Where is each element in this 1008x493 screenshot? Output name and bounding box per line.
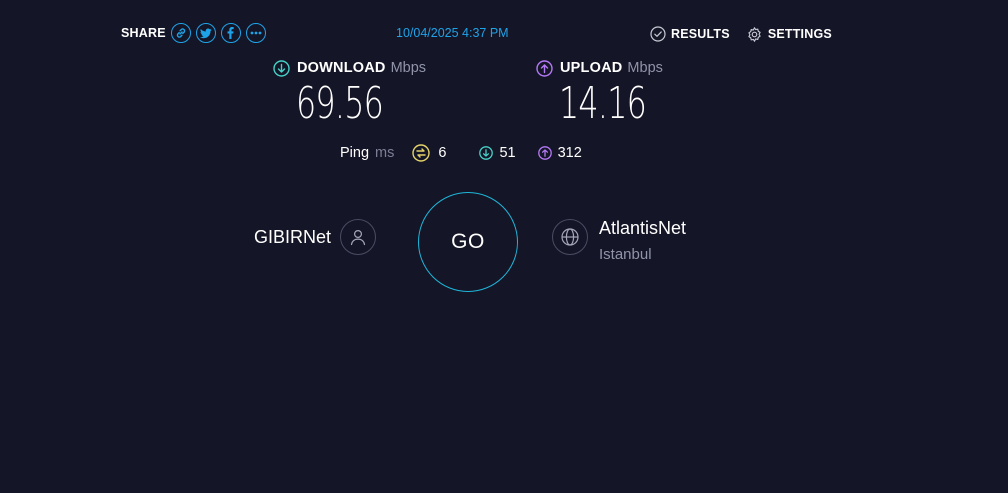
results-link[interactable]: RESULTS xyxy=(650,26,730,42)
download-value: 69.56 xyxy=(296,78,384,129)
download-title: DOWNLOAD xyxy=(297,60,386,76)
server-info: AtlantisNet Istanbul xyxy=(552,217,686,263)
ping-upload-value: 312 xyxy=(557,145,582,161)
top-nav: RESULTS SETTINGS xyxy=(650,25,832,43)
upload-arrow-icon xyxy=(536,59,553,77)
result-timestamp[interactable]: 10/04/2025 4:37 PM xyxy=(396,26,509,40)
speedtest-page: SHARE 10/04/2025 4:37 PM RESULTS SETTING… xyxy=(0,0,1008,493)
server-text: AtlantisNet Istanbul xyxy=(599,217,686,263)
ping-upload[interactable]: 312 xyxy=(537,145,582,161)
download-metric: DOWNLOAD Mbps 69.56 xyxy=(273,58,426,129)
upload-latency-icon xyxy=(537,146,552,160)
globe-icon[interactable] xyxy=(552,219,588,255)
facebook-icon[interactable] xyxy=(220,23,241,43)
check-circle-icon xyxy=(650,26,666,42)
twitter-icon[interactable] xyxy=(195,23,216,43)
share-label: SHARE xyxy=(121,26,166,40)
results-label: RESULTS xyxy=(671,27,730,41)
share-bar: SHARE xyxy=(121,20,271,46)
ping-download-value: 51 xyxy=(499,145,516,161)
download-unit: Mbps xyxy=(390,60,427,76)
link-icon[interactable] xyxy=(170,23,191,43)
settings-label: SETTINGS xyxy=(767,27,832,41)
ping-unit: ms xyxy=(375,145,395,161)
gear-icon xyxy=(748,26,761,42)
ping-idle[interactable]: 6 xyxy=(412,144,446,162)
download-header: DOWNLOAD Mbps xyxy=(273,58,426,78)
idle-latency-icon xyxy=(412,144,431,162)
isp-info: GIBIRNet xyxy=(254,219,377,255)
settings-link[interactable]: SETTINGS xyxy=(746,26,832,43)
upload-unit: Mbps xyxy=(627,60,663,76)
download-arrow-icon xyxy=(273,59,290,77)
server-name[interactable]: AtlantisNet xyxy=(599,217,686,239)
upload-value: 14.16 xyxy=(559,78,647,129)
go-button[interactable]: GO xyxy=(418,192,518,292)
server-location: Istanbul xyxy=(599,246,652,263)
ping-label: Ping xyxy=(340,145,370,161)
download-latency-icon xyxy=(479,146,494,160)
upload-header: UPLOAD Mbps xyxy=(536,58,680,78)
more-icon[interactable] xyxy=(245,23,266,43)
ping-download[interactable]: 51 xyxy=(479,145,516,161)
ping-idle-value: 6 xyxy=(438,145,447,161)
user-icon xyxy=(340,219,377,255)
isp-name: GIBIRNet xyxy=(254,226,332,247)
upload-title: UPLOAD xyxy=(560,60,623,76)
ping-row: Ping ms 6 51 312 xyxy=(340,143,582,163)
upload-metric: UPLOAD Mbps 14.16 xyxy=(536,58,680,129)
